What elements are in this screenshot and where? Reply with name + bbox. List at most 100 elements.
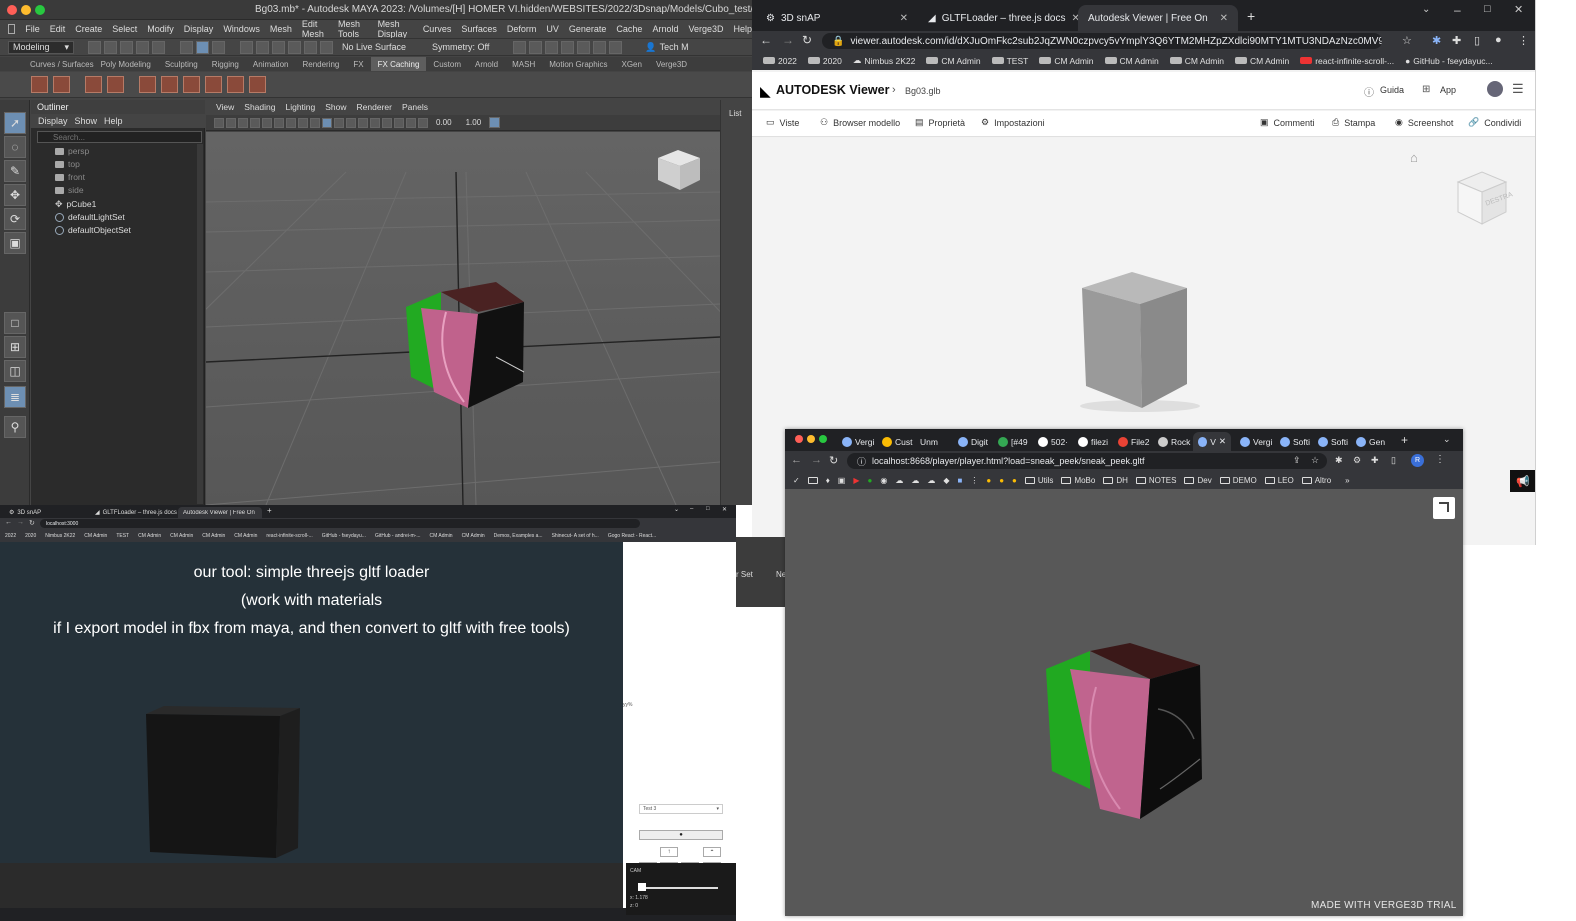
shelf-tab-animation[interactable]: Animation xyxy=(246,57,296,71)
bookmark-folder-dh[interactable]: DH xyxy=(1116,476,1128,485)
forward-icon[interactable]: → xyxy=(17,519,24,526)
verge-tab[interactable]: Digit xyxy=(953,432,993,451)
bookmark-folder-demo[interactable]: DEMO xyxy=(1233,476,1257,485)
bookmark-item[interactable]: GitHub - fseydayu... xyxy=(322,533,366,539)
shelf-tab-curves-surfaces[interactable]: Curves / Surfaces xyxy=(0,57,94,71)
verge-tab[interactable]: filezi xyxy=(1073,432,1113,451)
tab-search-icon[interactable]: ⌄ xyxy=(674,506,679,513)
capture-button[interactable]: ● xyxy=(639,830,723,840)
zoom-in-button[interactable]: ⌃ xyxy=(703,847,721,857)
cam-slider[interactable] xyxy=(638,887,718,889)
bookmark-item[interactable]: 2022 xyxy=(763,56,797,66)
small-tab-autodesk[interactable]: Autodesk Viewer | Free Online F... xyxy=(178,507,262,518)
fullscreen-button[interactable] xyxy=(1433,497,1455,519)
color-management-icon[interactable] xyxy=(489,117,501,128)
bookmark-item[interactable]: ● GitHub - fseydayuc... xyxy=(1405,56,1493,66)
gear-icon[interactable]: ⚙ xyxy=(1353,455,1361,466)
back-icon[interactable]: ← xyxy=(760,33,772,47)
select-object-icon[interactable] xyxy=(196,40,209,54)
puzzle-icon[interactable]: ✚ xyxy=(1371,455,1379,466)
bookmark-folder-dev[interactable]: Dev xyxy=(1197,476,1211,485)
bookmark-item[interactable]: CM Admin xyxy=(1169,56,1224,66)
shelf-tab-verge3d[interactable]: Verge3D xyxy=(649,57,694,71)
tab-search-icon[interactable]: ⌄ xyxy=(1422,4,1430,15)
cache-delete-icon[interactable] xyxy=(53,76,70,93)
model-select[interactable]: Test 3 ▾ xyxy=(639,804,723,814)
tool-comments[interactable]: ▣ Commenti xyxy=(1260,117,1315,128)
verge-address-input[interactable]: ⓘ localhost:8668/player/player.html?load=… xyxy=(847,453,1327,469)
youtube-icon[interactable]: ▶ xyxy=(853,476,859,485)
back-icon[interactable]: ← xyxy=(791,454,802,466)
bookmark-star-icon[interactable]: ☆ xyxy=(1402,34,1412,47)
close-window-icon[interactable]: ✕ xyxy=(1514,3,1523,16)
home-icon[interactable]: ⌂ xyxy=(1410,150,1418,165)
profile-avatar[interactable]: R xyxy=(1411,454,1424,467)
viewport-menu-renderer[interactable]: Renderer xyxy=(357,102,392,112)
move-tool-icon[interactable]: ✥ xyxy=(4,184,26,206)
single-view-icon[interactable]: □ xyxy=(4,312,26,334)
menu-mesh-display[interactable]: Mesh Display xyxy=(378,19,413,39)
bookmark-item[interactable]: ☁ Nimbus 2K22 xyxy=(853,55,916,66)
geometry-delete-icon[interactable] xyxy=(161,76,178,93)
smooth-shade-icon[interactable] xyxy=(322,117,332,128)
snap-curve-icon[interactable] xyxy=(256,40,269,54)
extension-icon[interactable]: ✱ xyxy=(1432,34,1441,47)
threejs-canvas[interactable]: our tool: simple threejs gltf loader (wo… xyxy=(0,542,623,863)
select-component-icon[interactable] xyxy=(212,40,225,54)
outliner-item-side[interactable]: side xyxy=(55,184,84,196)
ipr-icon[interactable] xyxy=(593,40,607,54)
shelf-tab-rendering[interactable]: Rendering xyxy=(295,57,346,71)
move-up-button[interactable]: ↑ xyxy=(660,847,678,857)
help-link[interactable]: Guida xyxy=(1380,85,1404,95)
shelf-tab-sculpting[interactable]: Sculpting xyxy=(158,57,205,71)
more-icon[interactable]: ⋮ xyxy=(1435,454,1445,465)
bookmark-item[interactable]: react-infinite-scroll-... xyxy=(1300,56,1394,66)
xray-icon[interactable] xyxy=(394,117,404,128)
verge-tab[interactable]: Cust xyxy=(877,432,917,451)
verge-tab[interactable]: Vergi xyxy=(837,432,879,451)
bookmark-item[interactable]: CM Admin xyxy=(1234,56,1289,66)
outliner-search-input[interactable] xyxy=(37,131,202,143)
new-tab-icon[interactable]: + xyxy=(267,506,272,515)
minimize-window-button[interactable] xyxy=(807,435,815,443)
bookmark-icon[interactable]: ■ xyxy=(958,476,963,485)
close-window-button[interactable] xyxy=(7,5,17,15)
close-icon[interactable]: ✕ xyxy=(900,13,908,24)
shelf-tab-custom[interactable]: Custom xyxy=(426,57,468,71)
minimize-icon[interactable]: – xyxy=(690,506,693,512)
viewport-menu-shading[interactable]: Shading xyxy=(244,102,275,112)
bookmark-icon[interactable]: ● xyxy=(1012,476,1017,485)
minimize-icon[interactable]: – xyxy=(1454,3,1461,17)
viewport-menu-view[interactable]: View xyxy=(216,102,234,112)
bookmark-folder-leo[interactable]: LEO xyxy=(1278,476,1294,485)
menu-generate[interactable]: Generate xyxy=(569,24,607,34)
menu-curves[interactable]: Curves xyxy=(423,24,452,34)
snap-live-icon[interactable] xyxy=(320,40,333,54)
hypershade-icon[interactable] xyxy=(577,40,591,54)
safe-action-icon[interactable] xyxy=(298,117,308,128)
tool-settings[interactable]: ⚙ Impostazioni xyxy=(981,117,1045,128)
outliner-layout-icon[interactable]: ≣ xyxy=(4,386,26,408)
menu-arnold[interactable]: Arnold xyxy=(652,24,678,34)
bookmark-item[interactable]: CM Admin xyxy=(1104,56,1159,66)
bookmark-icon[interactable] xyxy=(238,117,248,128)
bookmark-item[interactable]: 2020 xyxy=(807,56,842,66)
puzzle-icon[interactable]: ✚ xyxy=(1452,34,1461,47)
bookmark-icon[interactable]: ✓ xyxy=(793,476,800,485)
select-hierarchy-icon[interactable] xyxy=(180,40,193,54)
close-icon[interactable]: ✕ xyxy=(1219,436,1226,447)
shadows-icon[interactable] xyxy=(358,117,368,128)
viewport-menu-lighting[interactable]: Lighting xyxy=(285,102,315,112)
bookmark-star-icon[interactable]: ☆ xyxy=(1311,455,1319,466)
camera-attr-icon[interactable] xyxy=(226,117,236,128)
bookmark-item[interactable]: Gogo React - React... xyxy=(608,533,656,539)
geometry-append-icon[interactable] xyxy=(183,76,200,93)
render-frame-icon[interactable] xyxy=(513,40,527,54)
extension-icon[interactable]: ✱ xyxy=(1335,455,1343,466)
outliner-menu-show[interactable]: Show xyxy=(75,116,98,126)
maximize-icon[interactable]: □ xyxy=(706,506,710,512)
tool-share[interactable]: 🔗 Condividi xyxy=(1468,117,1521,128)
help-icon[interactable]: ⓘ xyxy=(1364,84,1374,99)
user-icon[interactable]: 👤 xyxy=(645,42,656,53)
verge-tab[interactable]: [#49 xyxy=(993,432,1033,451)
